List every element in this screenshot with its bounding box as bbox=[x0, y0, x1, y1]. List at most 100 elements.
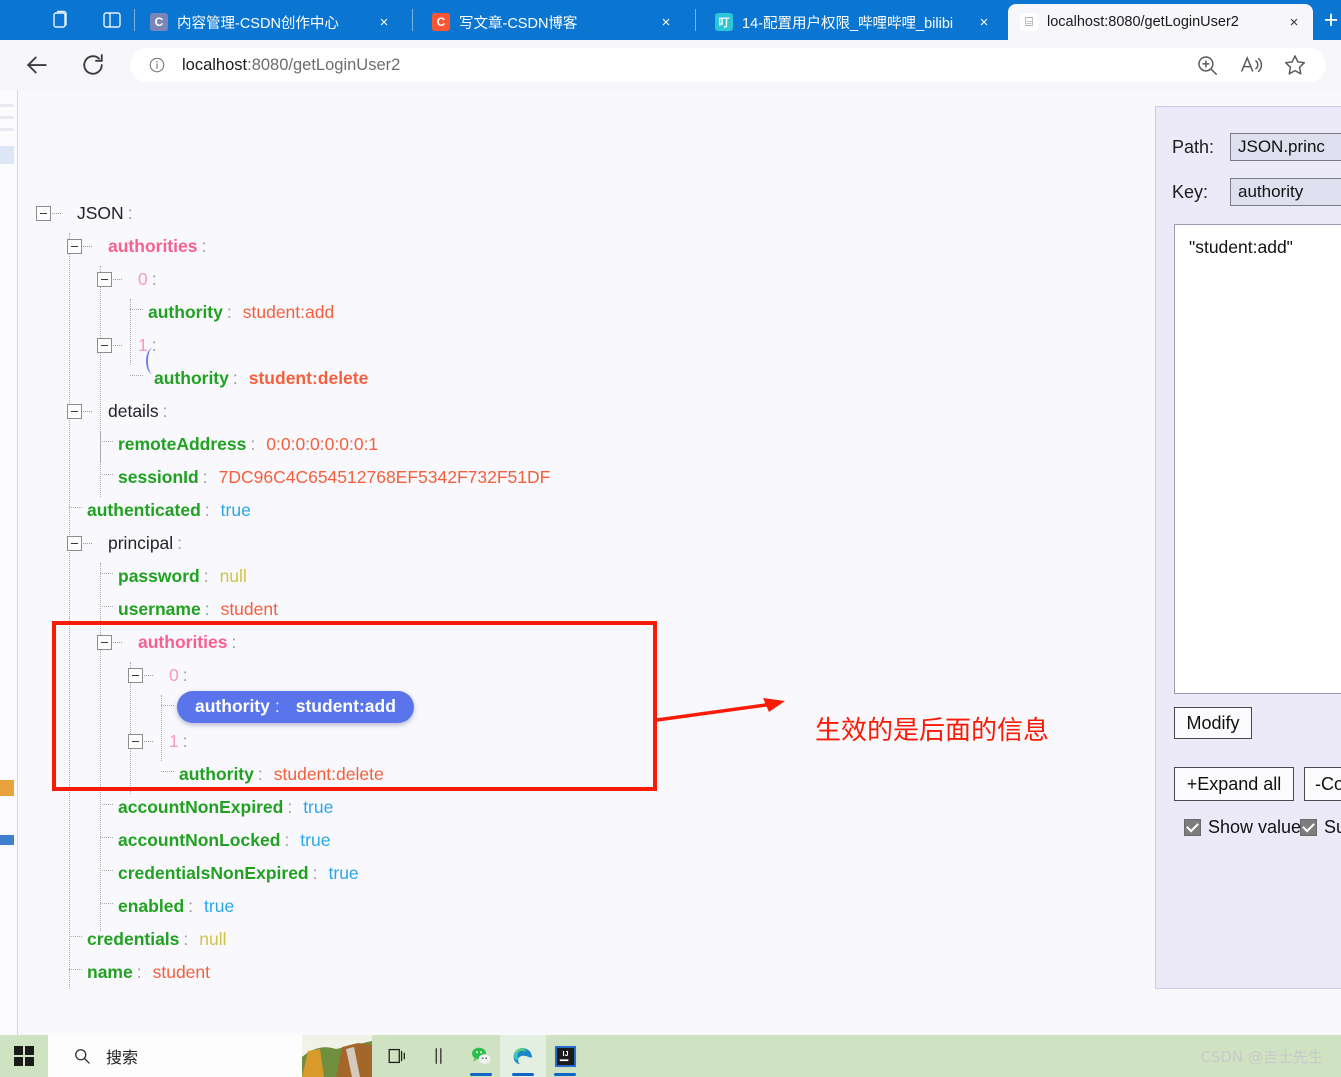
tree-colon: : bbox=[177, 533, 183, 553]
show-value-checkbox-row[interactable]: Show value bbox=[1184, 817, 1301, 838]
tab-divider bbox=[134, 9, 135, 31]
sub-checkbox[interactable] bbox=[1300, 819, 1317, 836]
widgets-icon[interactable] bbox=[416, 1035, 462, 1077]
value-textarea[interactable]: "student:add" bbox=[1174, 224, 1341, 694]
tab-favicon-bilibili: 叮 bbox=[715, 13, 733, 31]
tab-divider bbox=[695, 9, 696, 31]
tree-key-remoteAddress: remoteAddress bbox=[118, 434, 247, 454]
tree-node-root[interactable]: JSON : bbox=[36, 197, 136, 230]
windows-taskbar: 搜索 IJ bbox=[0, 1035, 1341, 1077]
tree-node-credentialsNonExpired[interactable]: credentialsNonExpired : true bbox=[118, 857, 359, 890]
tree-elbow bbox=[100, 903, 113, 905]
tree-elbow bbox=[100, 573, 113, 575]
wechat-icon[interactable] bbox=[458, 1035, 504, 1077]
zoom-icon[interactable] bbox=[1194, 52, 1224, 78]
tree-value-accountNonExpired: true bbox=[303, 797, 334, 817]
back-button[interactable] bbox=[22, 50, 54, 80]
tree-colon: : bbox=[127, 203, 133, 223]
browser-tab-2[interactable]: 叮 14-配置用户权限_哔哩哔哩_bilibi × bbox=[703, 4, 1003, 40]
tree-node-authorities[interactable]: authorities : bbox=[67, 230, 209, 263]
tree-elbow bbox=[100, 441, 113, 443]
sub-label: Sub bbox=[1324, 817, 1341, 837]
tree-elbow bbox=[100, 474, 113, 476]
tree-node-name[interactable]: name : student bbox=[87, 956, 210, 989]
tree-dash bbox=[113, 344, 122, 347]
tree-node-credentials[interactable]: credentials : null bbox=[87, 923, 227, 956]
tree-node-accountNonLocked[interactable]: accountNonLocked : true bbox=[118, 824, 330, 857]
annotation-arrow bbox=[656, 698, 785, 722]
reload-button[interactable] bbox=[78, 50, 110, 80]
url-host: localhost bbox=[182, 55, 248, 74]
sub-checkbox-row[interactable]: Sub bbox=[1300, 817, 1341, 838]
tree-key-authorities: authorities bbox=[108, 236, 198, 256]
tree-colon: : bbox=[203, 566, 209, 586]
browser-tab-3-active[interactable]: ⌸ localhost:8080/getLoginUser2 × bbox=[1008, 4, 1313, 40]
path-input[interactable]: JSON.princ bbox=[1230, 133, 1341, 161]
path-field-row: Path: JSON.princ bbox=[1172, 133, 1341, 161]
tree-node-authorities-0[interactable]: 0 : bbox=[97, 263, 160, 296]
tree-elbow bbox=[69, 969, 82, 971]
collapse-all-button[interactable]: -Col bbox=[1304, 767, 1341, 801]
svg-text:IJ: IJ bbox=[562, 1050, 568, 1058]
tab-actions-icon[interactable] bbox=[100, 8, 124, 32]
tree-colon: : bbox=[162, 401, 168, 421]
browser-window: C 内容管理-CSDN创作中心 × C 写文章-CSDN博客 × 叮 14-配置… bbox=[0, 0, 1341, 1035]
tree-elbow bbox=[130, 309, 143, 311]
address-bar-url[interactable]: localhost:8080/getLoginUser2 bbox=[182, 56, 1194, 75]
modify-button[interactable]: Modify bbox=[1174, 707, 1252, 739]
tab-close-icon-1[interactable]: × bbox=[653, 9, 679, 35]
expand-all-button[interactable]: +Expand all bbox=[1174, 767, 1294, 801]
tree-key-details: details bbox=[108, 401, 159, 421]
tree-key-name: name bbox=[87, 962, 133, 982]
start-button[interactable] bbox=[0, 1035, 48, 1077]
tree-node-remoteAddress[interactable]: remoteAddress : 0:0:0:0:0:0:0:1 bbox=[118, 428, 378, 461]
tree-key-credentials: credentials bbox=[87, 929, 180, 949]
tree-key-principal: principal bbox=[108, 533, 174, 553]
tree-node-principal[interactable]: principal : bbox=[67, 527, 185, 560]
tree-node-details[interactable]: details : bbox=[67, 395, 170, 428]
tab-strip: C 内容管理-CSDN创作中心 × C 写文章-CSDN博客 × 叮 14-配置… bbox=[0, 0, 1341, 40]
show-value-checkbox[interactable] bbox=[1184, 819, 1201, 836]
tree-node-enabled[interactable]: enabled : true bbox=[118, 890, 234, 923]
tree-dash bbox=[83, 542, 92, 545]
tree-node-authenticated[interactable]: authenticated : true bbox=[87, 494, 251, 527]
browser-tab-0[interactable]: C 内容管理-CSDN创作中心 × bbox=[138, 4, 403, 40]
tree-value-password: null bbox=[219, 566, 247, 586]
new-tab-button[interactable]: + bbox=[1318, 8, 1341, 34]
tree-node-authorities-1-authority[interactable]: authority : student:delete bbox=[154, 362, 368, 395]
tree-dash bbox=[113, 278, 122, 281]
windows-logo-icon bbox=[14, 1046, 34, 1066]
tree-node-accountNonExpired[interactable]: accountNonExpired : true bbox=[118, 791, 333, 824]
tree-node-sessionId[interactable]: sessionId : 7DC96C4C654512768EF5342F732F… bbox=[118, 461, 550, 494]
tab-close-icon-3[interactable]: × bbox=[1281, 9, 1307, 35]
annotation-highlight-box bbox=[52, 621, 657, 791]
tree-colon: : bbox=[136, 962, 142, 982]
edge-icon[interactable] bbox=[500, 1035, 546, 1077]
json-tree: JSON : authorities : 0 : authority: stu… bbox=[18, 90, 1148, 995]
tree-node-password[interactable]: password : null bbox=[118, 560, 247, 593]
tree-toggle-authorities[interactable] bbox=[67, 239, 82, 254]
favorite-star-icon[interactable] bbox=[1282, 52, 1312, 78]
tree-toggle-principal[interactable] bbox=[67, 536, 82, 551]
tree-node-authorities-0-authority[interactable]: authority : student:add bbox=[148, 296, 334, 329]
tree-toggle-details[interactable] bbox=[67, 404, 82, 419]
tree-toggle-authorities-0[interactable] bbox=[97, 272, 112, 287]
tree-toggle-authorities-1[interactable] bbox=[97, 338, 112, 353]
browser-toolbar: localhost:8080/getLoginUser2 bbox=[0, 40, 1341, 90]
collections-icon[interactable] bbox=[48, 8, 72, 32]
taskbar-search-box[interactable]: 搜索 bbox=[48, 1035, 302, 1077]
tree-value-name: student bbox=[152, 962, 210, 982]
info-circle-icon[interactable] bbox=[148, 56, 166, 74]
tab-close-icon-0[interactable]: × bbox=[371, 9, 397, 35]
read-aloud-icon[interactable] bbox=[1238, 52, 1268, 78]
browser-tab-1[interactable]: C 写文章-CSDN博客 × bbox=[420, 4, 685, 40]
tree-elbow bbox=[100, 804, 113, 806]
address-bar[interactable]: localhost:8080/getLoginUser2 bbox=[130, 48, 1326, 82]
tree-toggle-root[interactable] bbox=[36, 206, 51, 221]
tab-close-icon-2[interactable]: × bbox=[971, 9, 997, 35]
intellij-icon[interactable]: IJ bbox=[542, 1035, 588, 1077]
key-input[interactable]: authority bbox=[1230, 178, 1341, 206]
tree-dash bbox=[83, 245, 92, 248]
task-view-icon[interactable] bbox=[374, 1035, 420, 1077]
tree-colon: : bbox=[232, 368, 238, 388]
